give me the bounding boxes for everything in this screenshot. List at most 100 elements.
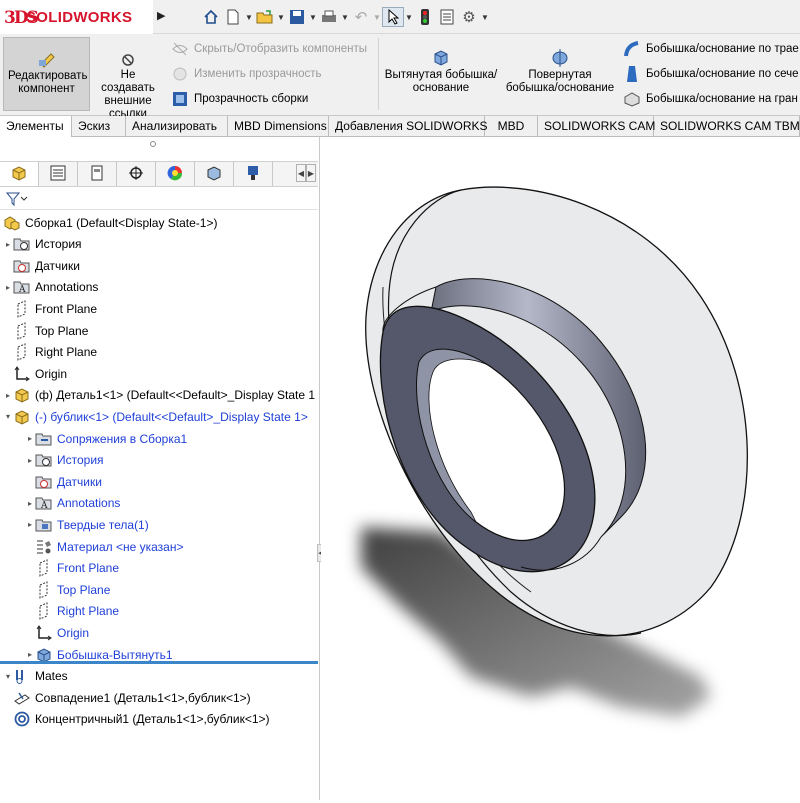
tree-item[interactable]: Top Plane: [3, 320, 321, 341]
tree-item[interactable]: ▸ Твердые тела(1): [25, 514, 343, 535]
tree-item[interactable]: ▾ (-) бублик<1> (Default<<Default>_Displa…: [3, 406, 321, 427]
tree-item[interactable]: Origin: [25, 622, 343, 643]
tree-item[interactable]: Top Plane: [25, 579, 343, 600]
print-dropdown-icon[interactable]: ▼: [340, 13, 350, 22]
extruded-boss-button[interactable]: Вытянутая бобышка/основание: [384, 37, 498, 111]
tree-rollback-bar[interactable]: [0, 661, 318, 664]
assembly-transparency-button[interactable]: Прозрачность сборки: [170, 90, 308, 108]
solidworks-logo[interactable]: 3DS SOLIDWORKS: [0, 0, 153, 34]
swept-boss-button[interactable]: Бобышка/основание по трае: [622, 40, 799, 58]
select-dropdown-icon[interactable]: ▼: [404, 13, 414, 22]
assembly-icon: [3, 214, 21, 232]
tree-item-label: Annotations: [35, 280, 99, 295]
revolved-boss-button[interactable]: Повернутая бобышка/основание: [502, 37, 618, 111]
tree-item-label: Origin: [57, 625, 90, 640]
dimxpert-manager-tab[interactable]: [117, 162, 156, 186]
tab-scroll-left-icon[interactable]: ◀: [296, 164, 306, 182]
filter-icon[interactable]: [5, 191, 28, 210]
file-properties-icon[interactable]: [436, 7, 458, 27]
expand-arrow-icon[interactable]: ▸: [25, 520, 35, 529]
tree-item-label: История: [57, 453, 104, 468]
options-gear-icon[interactable]: ⚙: [458, 7, 480, 27]
save-dropdown-icon[interactable]: ▼: [308, 13, 318, 22]
tree-item[interactable]: Front Plane: [3, 298, 321, 319]
plane-icon: [13, 300, 31, 318]
cam-feature-tree-tab[interactable]: [195, 162, 234, 186]
tree-filter-row: [0, 188, 318, 210]
tab-scroll-right-icon[interactable]: ▶: [306, 164, 316, 182]
feature-manager-panel: ◀ ▶ Сборка1 (Default<Display State-1>) ▸…: [0, 137, 325, 800]
tree-item[interactable]: ▸ A Annotations: [25, 493, 343, 514]
tree-item-label: Датчики: [35, 258, 80, 273]
options-dropdown-icon[interactable]: ▼: [480, 13, 490, 22]
tab-solidworks-cam[interactable]: SOLIDWORKS CAM: [538, 116, 655, 137]
expand-arrow-icon[interactable]: ▸: [3, 283, 13, 292]
home-icon[interactable]: [200, 7, 222, 27]
tab-mbd[interactable]: MBD: [485, 116, 538, 137]
tree-item[interactable]: Концентричный1 (Деталь1<1>,бублик<1>): [3, 709, 321, 730]
tree-item[interactable]: Right Plane: [3, 342, 321, 363]
expand-arrow-icon[interactable]: ▸: [25, 650, 35, 659]
edit-component-icon: [4, 50, 89, 68]
tree-item-label: Top Plane: [57, 582, 111, 597]
tree-item-label: Твердые тела(1): [57, 517, 149, 532]
extruded-boss-label: Вытянутая бобышка/основание: [384, 69, 498, 94]
new-dropdown-icon[interactable]: ▼: [244, 13, 254, 22]
no-external-refs-button[interactable]: Не создавать внешние ссылки: [92, 37, 164, 120]
select-cursor-icon[interactable]: [382, 7, 404, 27]
expand-arrow-icon[interactable]: ▸: [25, 434, 35, 443]
tree-item[interactable]: Front Plane: [25, 558, 343, 579]
tree-item[interactable]: ▸ История: [3, 234, 321, 255]
tree-item[interactable]: ▸ История: [25, 450, 343, 471]
expand-arrow-icon[interactable]: ▸: [3, 240, 13, 249]
save-icon[interactable]: [286, 7, 308, 27]
print-icon[interactable]: [318, 7, 340, 27]
tree-item[interactable]: Материал <не указан>: [25, 536, 343, 557]
collapse-arrow-icon[interactable]: ▾: [3, 672, 13, 681]
tab-features[interactable]: Элементы: [0, 116, 72, 137]
edit-component-button[interactable]: Редактировать компонент: [3, 37, 90, 111]
change-transparency-button[interactable]: Изменить прозрачность: [170, 65, 322, 83]
expand-arrow-icon[interactable]: ▸: [25, 456, 35, 465]
new-document-icon[interactable]: [222, 7, 244, 27]
open-dropdown-icon[interactable]: ▼: [276, 13, 286, 22]
configuration-manager-tab[interactable]: [78, 162, 117, 186]
tree-item[interactable]: ▸ Сопряжения в Сборка1: [25, 428, 343, 449]
tree-item[interactable]: ▾ Mates: [3, 666, 321, 687]
origin-icon: [13, 365, 31, 383]
undo-icon[interactable]: ↶: [350, 7, 372, 27]
tree-item-label: Совпадение1 (Деталь1<1>,бублик<1>): [35, 690, 251, 705]
hide-show-components-button[interactable]: Скрыть/Отобразить компоненты: [170, 40, 367, 58]
menu-expand-arrow[interactable]: ▶: [157, 9, 165, 22]
cam-operation-tree-tab[interactable]: [234, 162, 273, 186]
tab-mbd-dimensions[interactable]: MBD Dimensions: [228, 116, 329, 137]
tree-item[interactable]: Origin: [3, 363, 321, 384]
panel-grip-handle[interactable]: [150, 141, 156, 147]
tab-solidworks-cam-tbm[interactable]: SOLIDWORKS CAM TBM: [654, 116, 800, 137]
tree-item[interactable]: Датчики: [25, 471, 343, 492]
feature-manager-tab[interactable]: [0, 162, 39, 186]
undo-dropdown-icon[interactable]: ▼: [372, 13, 382, 22]
property-manager-tab[interactable]: [39, 162, 78, 186]
expand-arrow-icon[interactable]: ▸: [3, 391, 13, 400]
tree-item[interactable]: ▸ (ф) Деталь1<1> (Default<<Default>_Displ…: [3, 385, 321, 406]
display-manager-tab[interactable]: [156, 162, 195, 186]
lofted-boss-button[interactable]: Бобышка/основание по сече: [622, 65, 799, 83]
open-folder-icon[interactable]: [254, 7, 276, 27]
expand-arrow-icon[interactable]: ▸: [25, 499, 35, 508]
rebuild-traffic-light-icon[interactable]: [414, 7, 436, 27]
tree-item[interactable]: Датчики: [3, 255, 321, 276]
graphics-area[interactable]: [321, 137, 800, 800]
tree-item[interactable]: Совпадение1 (Деталь1<1>,бублик<1>): [3, 687, 321, 708]
tree-item-label: Mates: [35, 669, 68, 684]
tree-item[interactable]: Right Plane: [25, 601, 343, 622]
boundary-boss-button[interactable]: Бобышка/основание на гран: [622, 90, 798, 108]
collapse-arrow-icon[interactable]: ▾: [3, 412, 13, 421]
tab-sketch[interactable]: Эскиз: [72, 116, 126, 137]
property-manager-icon: [50, 165, 66, 184]
tab-solidworks-addins[interactable]: Добавления SOLIDWORKS: [329, 116, 488, 137]
tree-root-assembly[interactable]: Сборка1 (Default<Display State-1>): [3, 212, 321, 233]
tree-item[interactable]: ▸ A Annotations: [3, 277, 321, 298]
tab-evaluate[interactable]: Анализировать: [126, 116, 228, 137]
tree-item-label: Материал <не указан>: [57, 539, 184, 554]
